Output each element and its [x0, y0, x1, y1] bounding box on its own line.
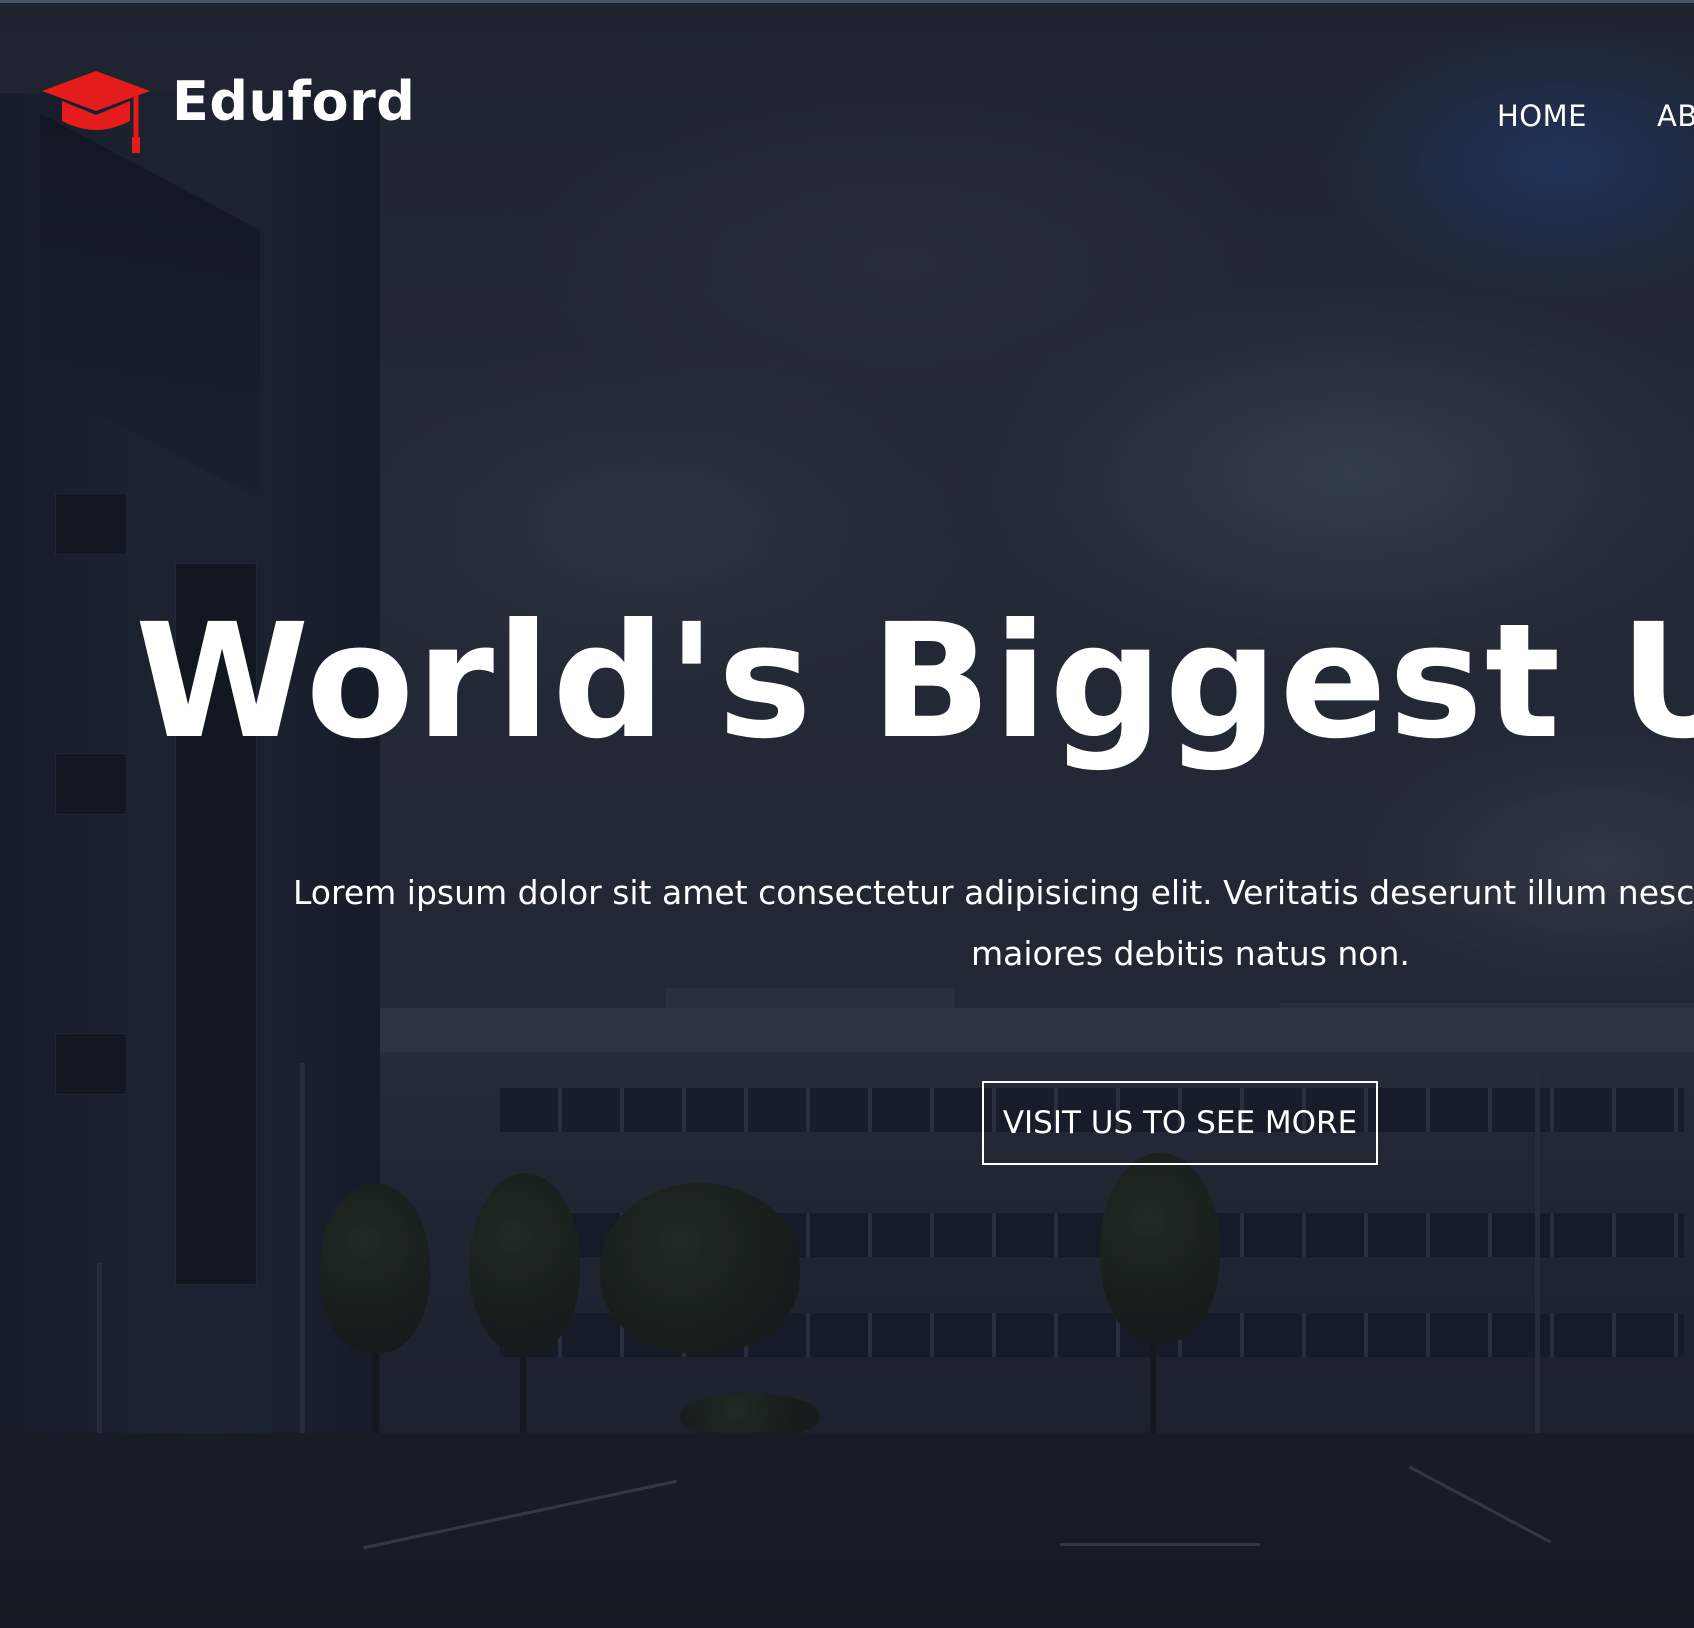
nav-item-home[interactable]: HOME	[1497, 99, 1587, 133]
brand-name: Eduford	[172, 69, 416, 133]
graduation-cap-icon	[42, 71, 150, 153]
hero-subtext-line-1: Lorem ipsum dolor sit amet consectetur a…	[293, 873, 1694, 912]
hero-section: Eduford HOME AB World's Biggest Univ Lor…	[0, 0, 1694, 1628]
main-nav: HOME AB	[1497, 99, 1694, 133]
dark-overlay	[0, 3, 1694, 1628]
nav-item-about[interactable]: AB	[1657, 99, 1694, 133]
logo[interactable]: Eduford	[40, 65, 415, 165]
hero-subtext-line-2: maiores debitis natus non.	[971, 934, 1410, 973]
site-header: Eduford HOME AB	[0, 3, 1694, 173]
hero-headline: World's Biggest Univ	[135, 590, 1694, 774]
visit-us-button[interactable]: VISIT US TO SEE MORE	[982, 1081, 1378, 1165]
